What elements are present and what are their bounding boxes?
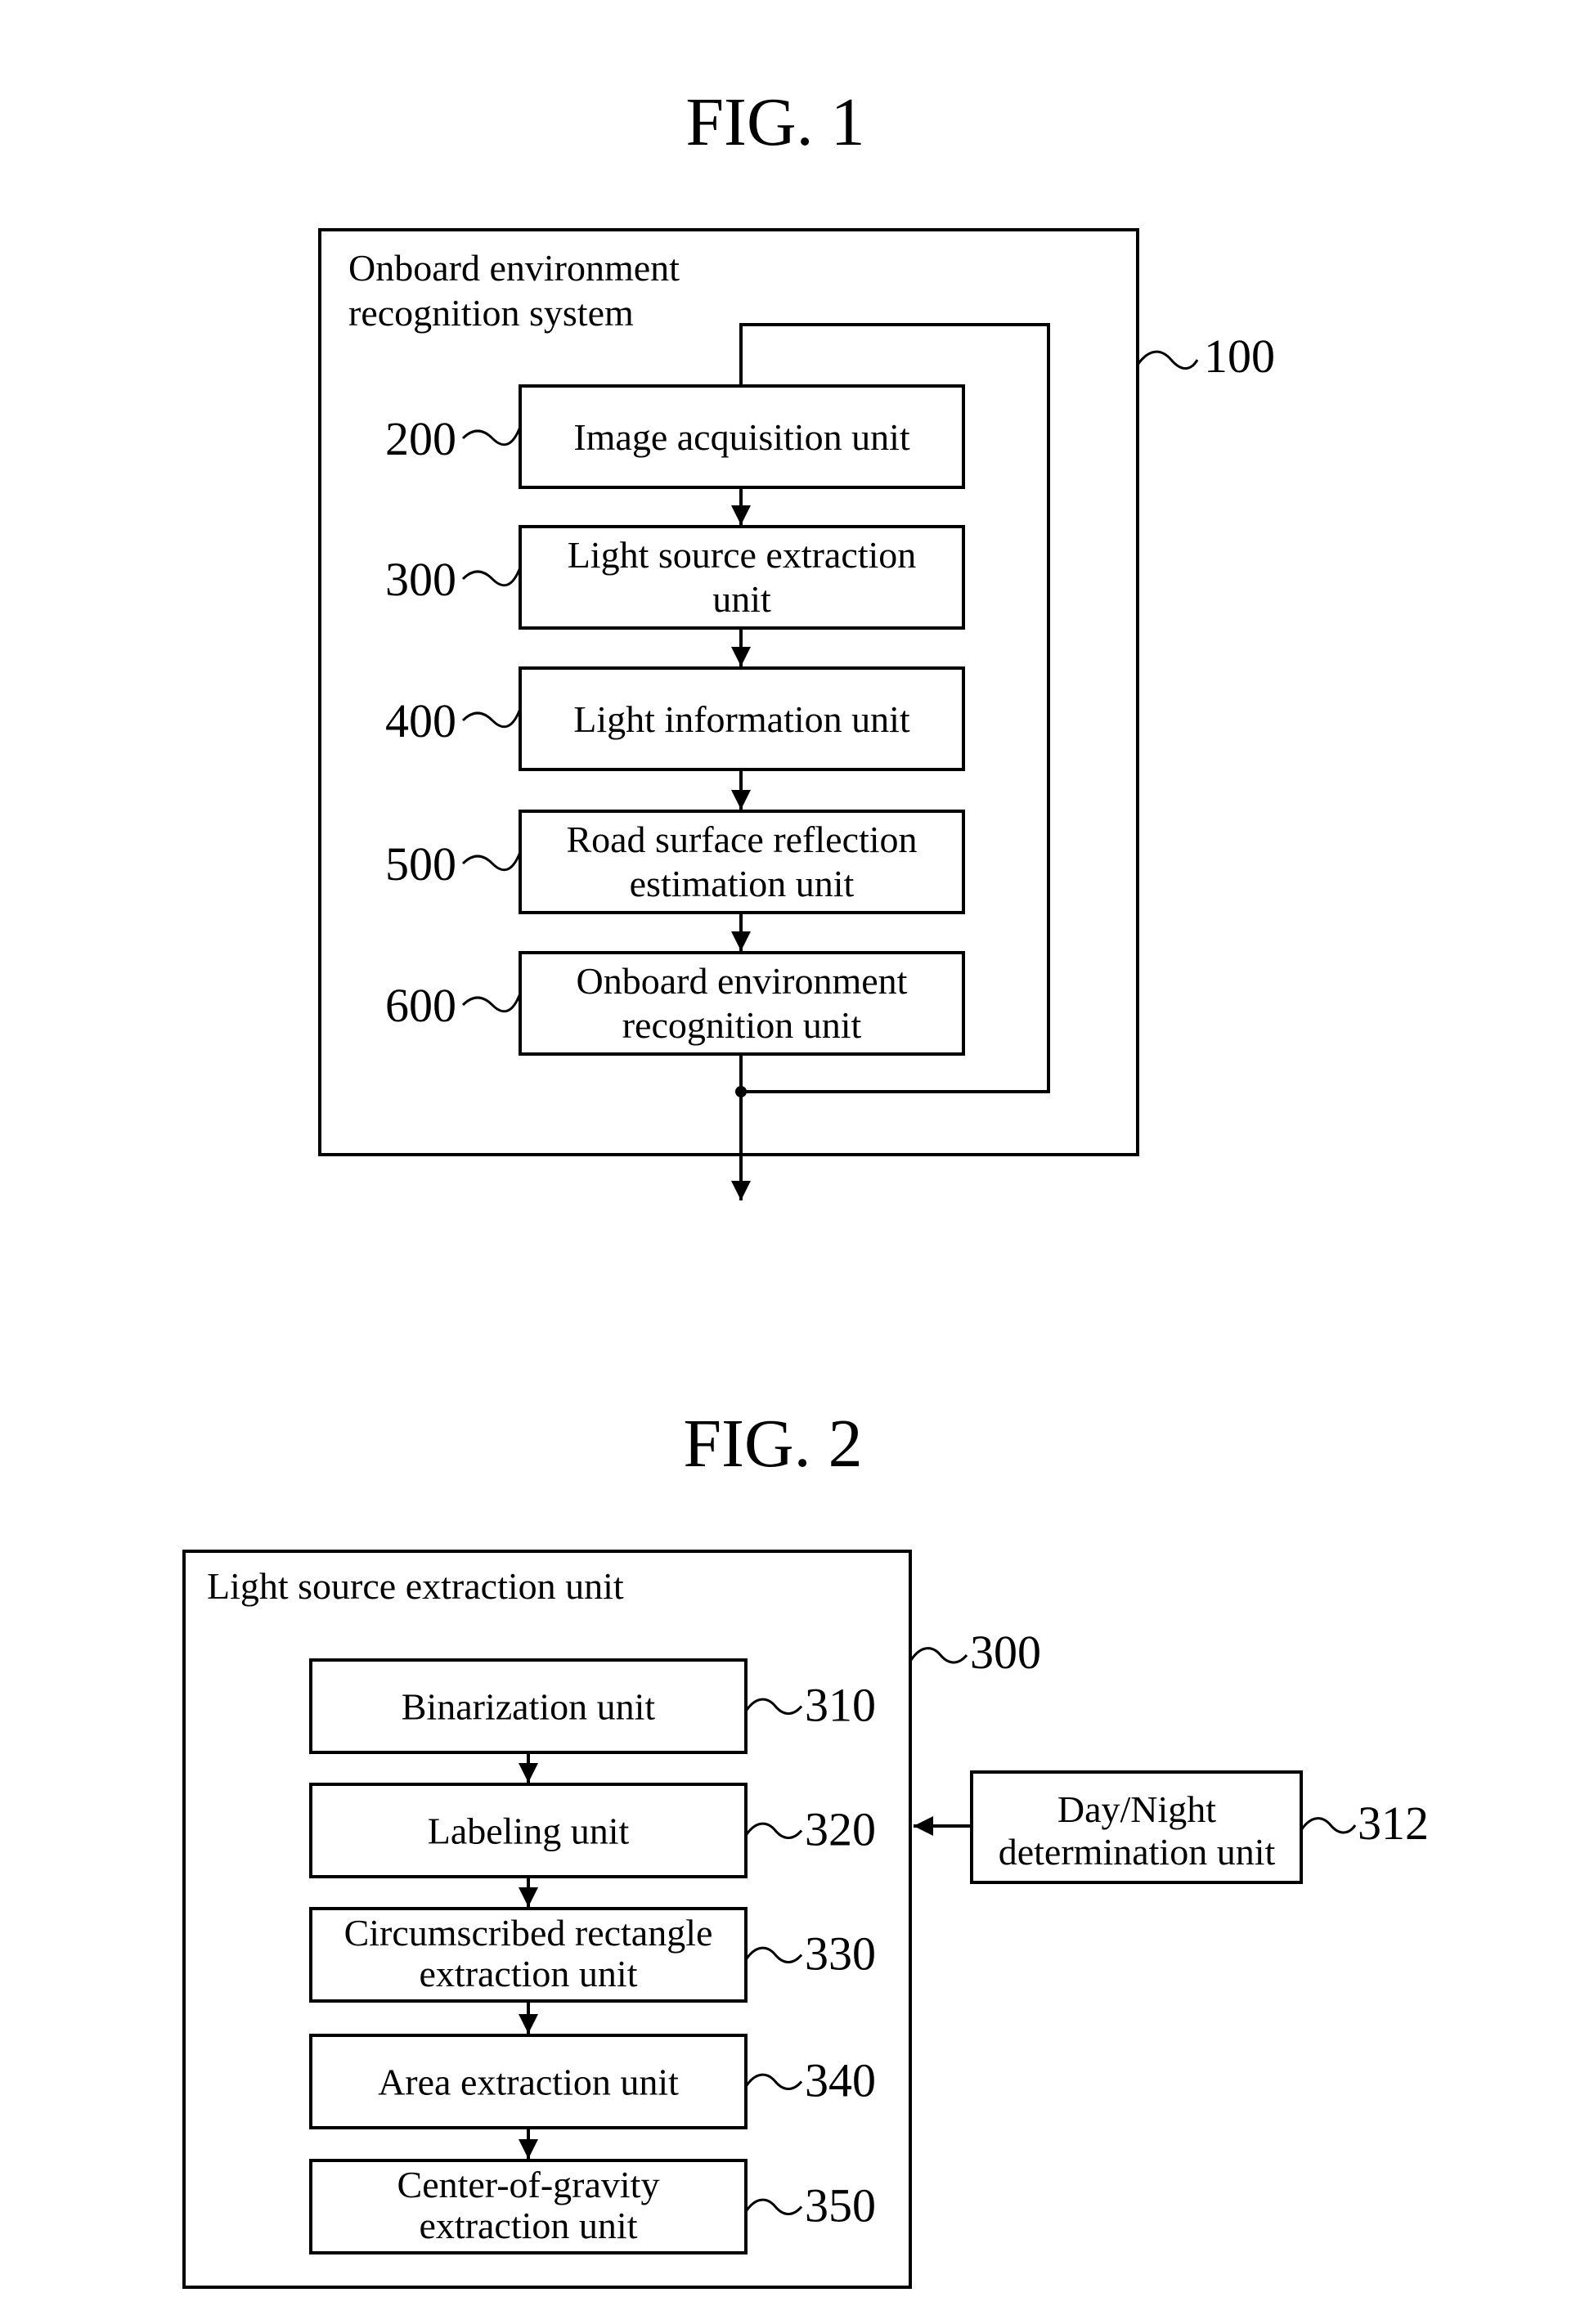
onboard-environment-recognition-unit-label-line-2: recognition unit [622,1004,862,1046]
day-night-label-line-1: Day/Night [1057,1788,1216,1830]
light-source-extraction-unit-label-line-1: Light source extraction [568,534,917,576]
light-information-unit-label-line-1: Light information unit [573,698,910,740]
figure-1: FIG. 1 Onboard environment recognition s… [318,84,1275,1200]
road-surface-reflection-estimation-unit-label-line-2: estimation unit [630,863,855,904]
labeling-unit-label-line-1: Labeling unit [428,1810,630,1852]
light-source-extraction-title: Light source extraction unit [207,1565,624,1607]
center-of-gravity-extraction-unit-label-line-1: Center-of-gravity [397,2164,660,2205]
ref-label-310: 310 [805,1679,876,1732]
binarization-unit-label-line-1: Binarization unit [402,1686,656,1728]
ref-label-330: 330 [805,1927,876,1981]
area-extraction-unit-label-line-1: Area extraction unit [378,2062,679,2103]
ref-label-600: 600 [385,979,456,1032]
day-night-label-line-2: determination unit [999,1831,1276,1873]
circumscribed-rectangle-extraction-unit-label-line-2: extraction unit [420,1953,638,1994]
ref-label-200: 200 [385,412,456,465]
ref-label-300: 300 [970,1626,1041,1679]
ref-label-320: 320 [805,1803,876,1856]
onboard-system-title-line-1: Onboard environment [348,247,680,289]
center-of-gravity-extraction-unit-label-line-2: extraction unit [420,2205,638,2246]
patent-drawing: FIG. 1 Onboard environment recognition s… [182,84,1429,2289]
road-surface-reflection-estimation-unit-label-line-1: Road surface reflection [566,819,917,860]
onboard-environment-recognition-unit-label-line-1: Onboard environment [577,960,908,1002]
leader-line-312 [1300,1817,1357,1834]
circumscribed-rectangle-extraction-unit-label-line-1: Circumscribed rectangle [344,1912,713,1954]
ref-label-100: 100 [1204,330,1275,383]
ref-label-350: 350 [805,2179,876,2232]
ref-label-340: 340 [805,2054,876,2107]
leader-line-100 [1136,350,1199,370]
ref-label-400: 400 [385,694,456,747]
ref-label-312: 312 [1358,1797,1429,1850]
leader-line-300 [909,1647,968,1664]
ref-label-500: 500 [385,837,456,891]
figure-2: FIG. 2 Light source extraction unit 300 … [182,1406,1429,2289]
image-acquisition-unit-label-line-1: Image acquisition unit [573,416,910,458]
light-source-extraction-unit-label-line-2: unit [712,578,771,620]
figure-1-title: FIG. 1 [685,84,864,160]
figure-2-title: FIG. 2 [683,1406,862,1482]
ref-label-300: 300 [385,553,456,606]
onboard-system-title-line-2: recognition system [348,292,634,334]
